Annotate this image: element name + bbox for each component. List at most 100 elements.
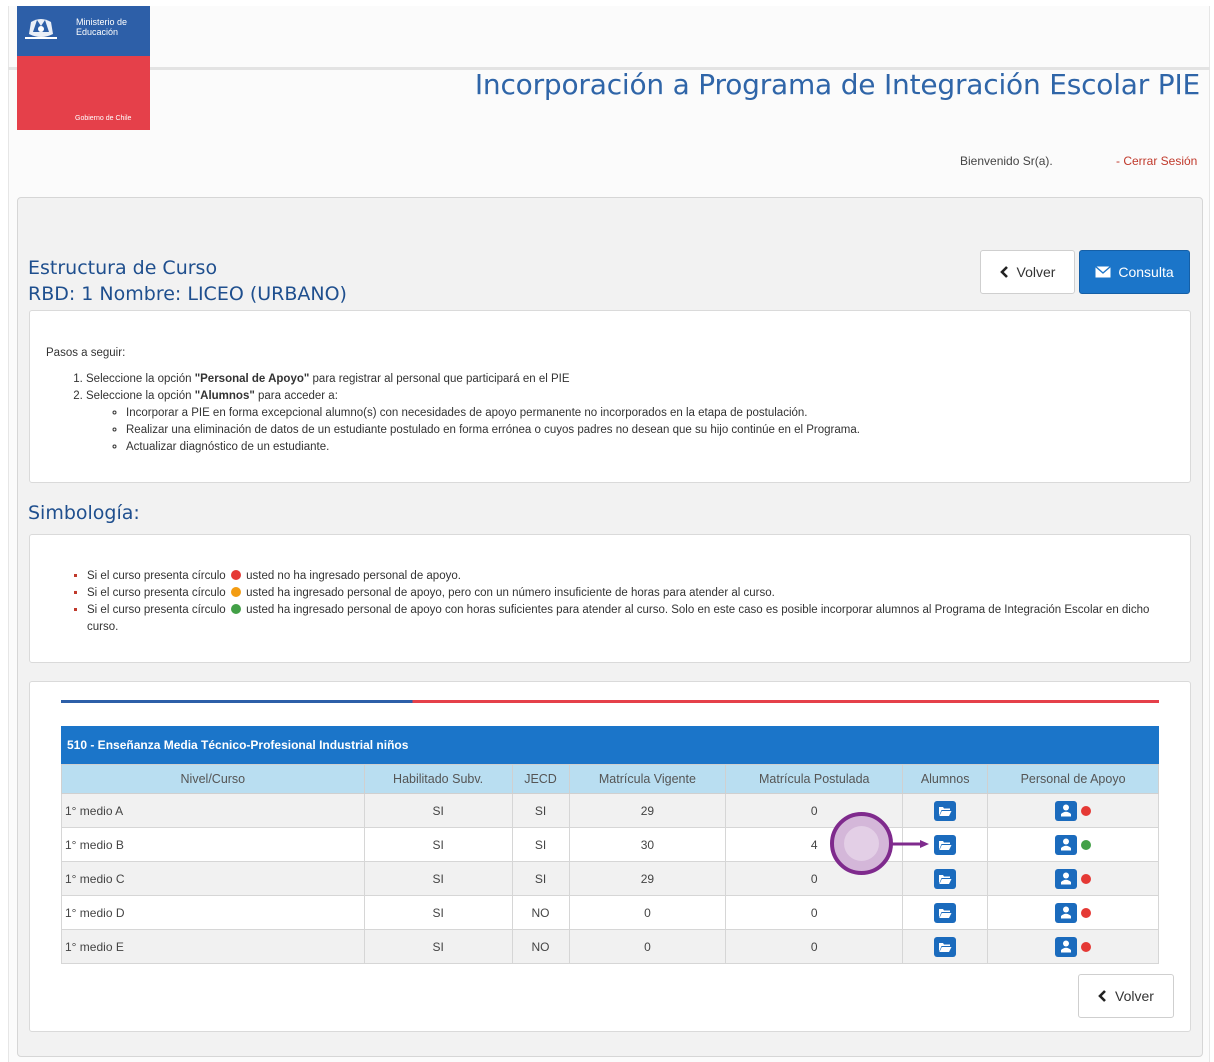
status-red-dot	[1081, 873, 1092, 884]
status-red-dot	[1081, 805, 1092, 816]
alumnos-cell	[902, 861, 989, 896]
personal-cell	[987, 793, 1159, 828]
course-cell: 1° medio A	[61, 793, 365, 828]
step-1-option: "Personal de Apoyo"	[194, 373, 310, 385]
logout-link[interactable]: - Cerrar Sesión	[1116, 154, 1197, 168]
step-2-sub-item: Incorporar a PIE en forma excepcional al…	[126, 405, 1190, 422]
step-2-sublist: Incorporar a PIE en forma excepcional al…	[126, 405, 1190, 456]
column-header: Personal de Apoyo	[987, 764, 1159, 794]
logo-ministry-text: Ministerio de Educación	[76, 17, 128, 37]
step-2-option: "Alumnos"	[194, 390, 255, 402]
symbology-description: usted ha ingresado personal de apoyo, pe…	[246, 587, 775, 599]
personal-apoyo-button[interactable]	[1055, 834, 1078, 855]
courses-table: Nivel/Curso Habilitado Subv. JECD Matríc…	[61, 764, 1159, 964]
course-cell: 1° medio B	[61, 827, 365, 862]
bottom-back-button[interactable]: Volver	[1078, 974, 1174, 1018]
postulada-cell: 0	[725, 929, 904, 964]
step-2: Seleccione la opción "Alumnos" para acce…	[86, 388, 1190, 456]
red-circle-icon	[230, 570, 241, 580]
habilitado-cell: SI	[363, 793, 513, 828]
personal-apoyo-button[interactable]	[1055, 902, 1078, 923]
app-title: Incorporación a Programa de Integración …	[474, 68, 1200, 101]
step-1-tail: para registrar al personal que participa…	[309, 373, 570, 385]
alumnos-button[interactable]	[934, 800, 957, 821]
alumnos-button[interactable]	[934, 834, 957, 855]
symbology-box: Si el curso presenta círculo usted no ha…	[29, 534, 1191, 663]
step-1: Seleccione la opción "Personal de Apoyo"…	[86, 371, 1190, 388]
ministry-logo: Ministerio de Educación Gobierno de Chil…	[17, 6, 150, 130]
page-title: Estructura de Curso	[28, 257, 218, 279]
symbology-text: Si el curso presenta círculo	[87, 587, 226, 599]
step-2-tail: para acceder a:	[254, 390, 338, 402]
personal-apoyo-button[interactable]	[1055, 936, 1078, 957]
folder-open-icon	[939, 942, 952, 952]
alumnos-cell	[902, 793, 989, 828]
habilitado-cell: SI	[363, 861, 513, 896]
chevron-left-icon	[1098, 990, 1106, 1002]
symbology-description: usted ha ingresado personal de apoyo con…	[87, 604, 1150, 633]
step-2-sub-item: Realizar una eliminación de datos de un …	[126, 422, 1190, 439]
table-header-row: Nivel/Curso Habilitado Subv. JECD Matríc…	[61, 764, 1159, 794]
symbology-item-orange: Si el curso presenta círculo usted ha in…	[87, 585, 1150, 602]
step-2-text: Seleccione la opción	[86, 390, 195, 402]
bottom-back-button-label: Volver	[1115, 988, 1154, 1004]
logo-government-text: Gobierno de Chile	[75, 115, 132, 122]
personal-cell	[987, 861, 1159, 896]
course-cell: 1° medio D	[61, 895, 365, 930]
user-icon	[1061, 906, 1072, 919]
jecd-cell: SI	[511, 827, 570, 862]
annotation-arrow-icon	[891, 840, 929, 848]
alumnos-cell	[902, 895, 989, 930]
back-button[interactable]: Volver	[980, 250, 1075, 294]
vigente-cell: 29	[568, 861, 727, 896]
status-green-dot	[1081, 839, 1092, 850]
back-button-label: Volver	[1016, 264, 1056, 280]
symbology-list: Si el curso presenta círculo usted no ha…	[87, 568, 1150, 636]
folder-open-icon	[939, 874, 952, 884]
personal-cell	[987, 827, 1159, 862]
habilitado-cell: SI	[363, 929, 513, 964]
symbology-text: Si el curso presenta círculo	[87, 570, 226, 582]
user-icon	[1061, 872, 1072, 885]
table-group-title: 510 - Enseñanza Media Técnico-Profesiona…	[61, 726, 1159, 764]
folder-open-icon	[939, 806, 952, 816]
steps-box: Pasos a seguir: Seleccione la opción "Pe…	[29, 310, 1191, 483]
column-header: Habilitado Subv.	[363, 764, 513, 794]
vigente-cell: 30	[568, 827, 727, 862]
personal-cell	[987, 929, 1159, 964]
column-header: Matrícula Vigente	[568, 764, 727, 794]
personal-apoyo-button[interactable]	[1055, 800, 1078, 821]
table-row: 1° medio D SI NO 0 0	[61, 895, 1159, 930]
habilitado-cell: SI	[363, 895, 513, 930]
table-row: 1° medio E SI NO 0 0	[61, 929, 1159, 964]
jecd-cell: SI	[511, 861, 570, 896]
table-row: 1° medio A SI SI 29 0	[61, 793, 1159, 828]
column-header: Alumnos	[902, 764, 989, 794]
symbology-item-red: Si el curso presenta círculo usted no ha…	[87, 568, 1150, 585]
alumnos-button[interactable]	[934, 902, 957, 923]
alumnos-button[interactable]	[934, 936, 957, 957]
jecd-cell: NO	[511, 929, 570, 964]
coat-of-arms-icon	[25, 19, 57, 39]
step-2-sub-item: Actualizar diagnóstico de un estudiante.	[126, 439, 1190, 456]
user-icon	[1061, 804, 1072, 817]
alumnos-button[interactable]	[934, 868, 957, 889]
page-heading: Estructura de Curso RBD: 1 Nombre: LICEO…	[28, 255, 347, 307]
tricolor-divider	[61, 700, 1159, 703]
consult-button[interactable]: Consulta	[1079, 250, 1190, 294]
status-red-dot	[1081, 941, 1092, 952]
orange-circle-icon	[230, 587, 241, 597]
page-subtitle: RBD: 1 Nombre: LICEO (URBANO)	[28, 283, 347, 305]
habilitado-cell: SI	[363, 827, 513, 862]
personal-cell	[987, 895, 1159, 930]
user-icon	[1061, 940, 1072, 953]
envelope-icon	[1095, 266, 1112, 278]
vigente-cell: 0	[568, 929, 727, 964]
symbology-item-green: Si el curso presenta círculo usted ha in…	[87, 602, 1150, 636]
green-circle-icon	[230, 604, 241, 614]
status-red-dot	[1081, 907, 1092, 918]
welcome-text: Bienvenido Sr(a).	[960, 154, 1053, 168]
course-cell: 1° medio E	[61, 929, 365, 964]
personal-apoyo-button[interactable]	[1055, 868, 1078, 889]
symbology-description: usted no ha ingresado personal de apoyo.	[246, 570, 461, 582]
